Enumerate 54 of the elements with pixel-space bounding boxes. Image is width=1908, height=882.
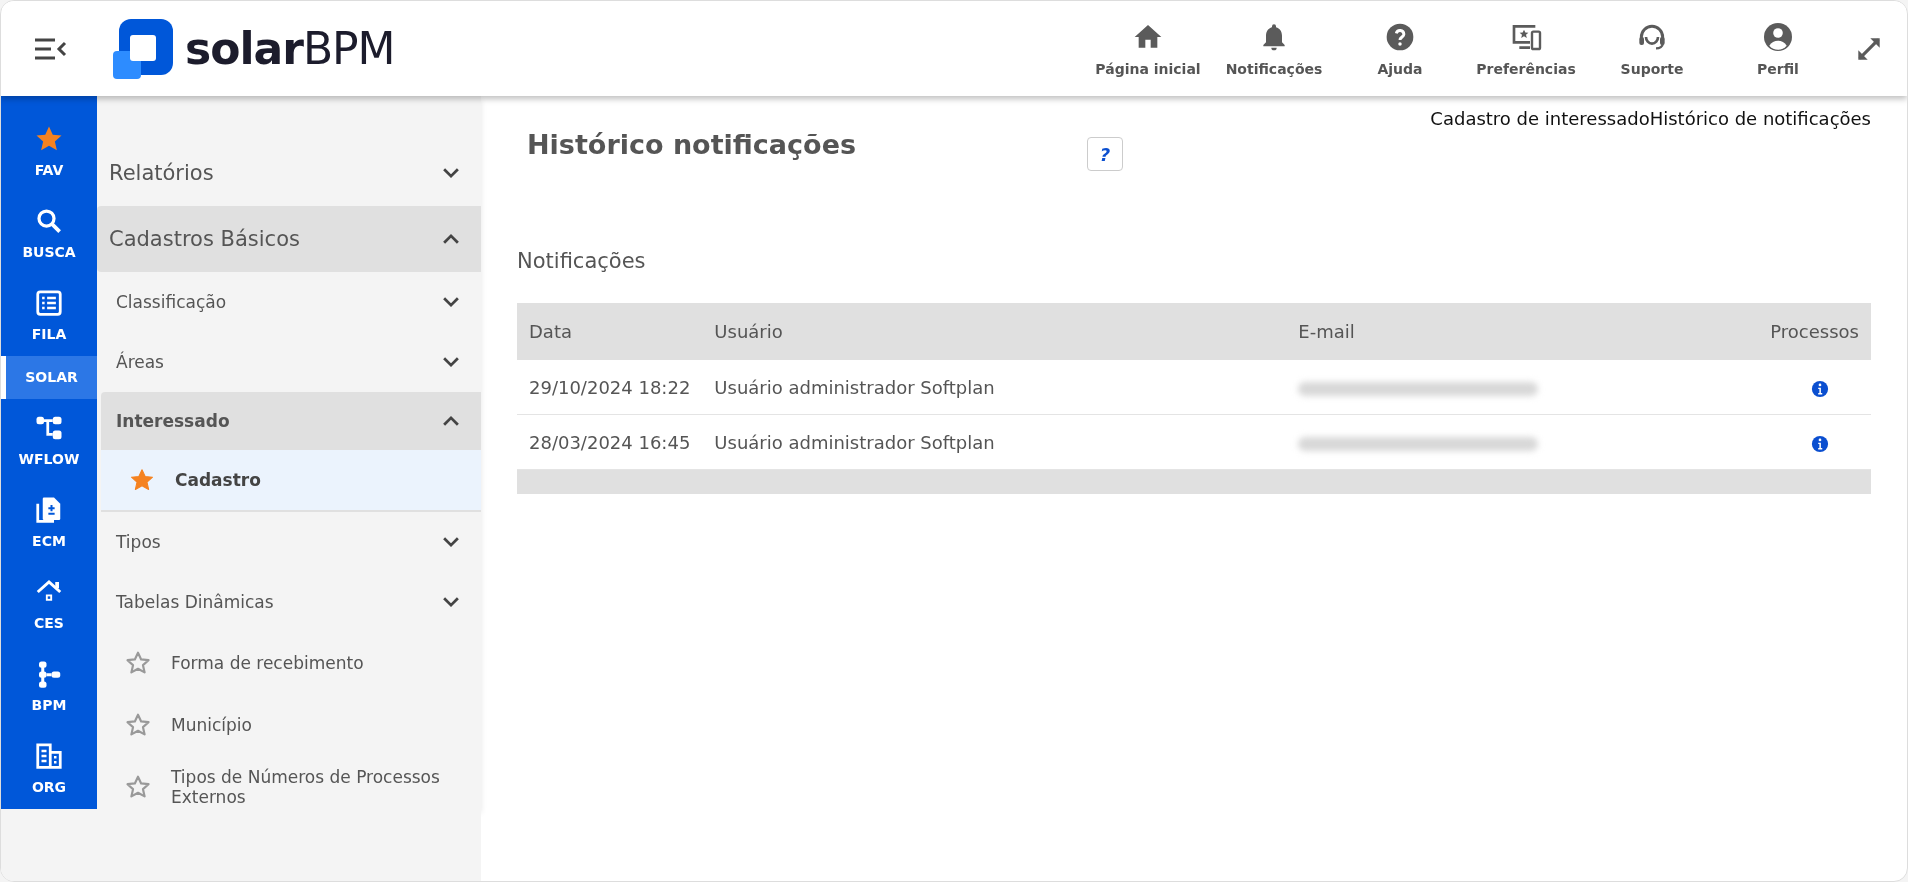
menu-item-label: Município	[171, 715, 252, 735]
section-title: Notificações	[517, 249, 647, 273]
nav-button[interactable]: Preferências	[1463, 20, 1589, 77]
menu-item[interactable]: Tipos de Números de Processos Externos	[97, 756, 481, 809]
star-icon[interactable]	[125, 774, 151, 800]
menu-item[interactable]: Forma de recebimento	[97, 632, 481, 694]
menu-group[interactable]: Tabelas Dinâmicas	[97, 572, 481, 632]
column-header: Usuário	[702, 303, 1287, 360]
menu-group[interactable]: Classificação	[97, 272, 481, 332]
breadcrumb-link[interactable]: Histórico de notificações	[1649, 108, 1871, 129]
rail-button[interactable]: FILA	[1, 274, 97, 357]
nav-button[interactable]: Página inicial	[1085, 20, 1211, 77]
table-cell: Usuário administrador Softplan	[702, 414, 1287, 470]
table-cell: Usuário administrador Softplan	[702, 360, 1287, 415]
star-icon[interactable]	[129, 467, 155, 493]
column-header: Processos	[1696, 303, 1871, 360]
menu-item-label: Tipos de Números de Processos Externos	[171, 767, 441, 807]
table-cell: 28/03/2024 16:45	[517, 414, 703, 470]
menu-item[interactable]: Cadastro	[101, 450, 481, 512]
info-icon[interactable]	[1811, 434, 1829, 453]
menu-group[interactable]: Interessado	[101, 392, 481, 450]
menu-group[interactable]: Cadastros Básicos	[97, 206, 481, 272]
nav-button[interactable]: Perfil	[1715, 20, 1841, 77]
logo-icon	[113, 18, 173, 79]
profile-icon	[1762, 20, 1794, 53]
nav-button[interactable]: Suporte	[1589, 20, 1715, 77]
brand-name: solarBPM	[185, 23, 395, 74]
rail-button[interactable]: ORG	[1, 726, 97, 809]
rail-button[interactable]: ECM	[1, 480, 97, 563]
rail-button[interactable]: BPM	[1, 644, 97, 727]
menu-item-label: Cadastro	[175, 470, 261, 490]
list-icon	[34, 288, 64, 319]
rail-button[interactable]: WFLOW	[1, 398, 97, 481]
breadcrumb-link[interactable]: Cadastro de interessado	[1430, 108, 1650, 129]
building-icon	[34, 740, 64, 771]
menu-item-label: Forma de recebimento	[171, 653, 364, 673]
rail-button[interactable]: FAV	[1, 110, 97, 193]
nav-button[interactable]: Notificações	[1211, 20, 1337, 77]
rail-button[interactable]: CES	[1, 562, 97, 645]
menu-item[interactable]: Município	[97, 694, 481, 756]
column-header: E-mail	[1286, 303, 1697, 360]
menu-group[interactable]: Relatórios	[97, 140, 481, 206]
star-icon[interactable]	[125, 712, 151, 738]
nav-button[interactable]: Ajuda	[1337, 20, 1463, 77]
help-button[interactable]: ?	[1087, 137, 1123, 171]
column-header: Data	[517, 303, 703, 360]
menu-group[interactable]: Áreas	[97, 332, 481, 392]
menu-group[interactable]: Tipos	[97, 512, 481, 572]
star-icon[interactable]	[125, 650, 151, 676]
rail-button[interactable]: SOLAR	[1, 356, 97, 399]
rail-button[interactable]: BUSCA	[1, 192, 97, 275]
table-cell: 29/10/2024 18:22	[517, 360, 703, 415]
info-icon[interactable]	[1811, 379, 1829, 398]
page-title: Histórico notificações	[527, 129, 857, 160]
